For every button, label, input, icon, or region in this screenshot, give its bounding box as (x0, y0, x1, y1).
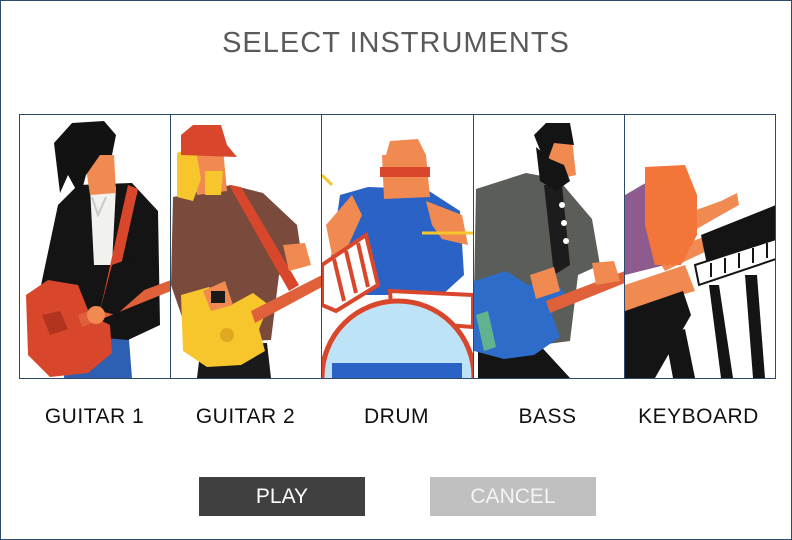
play-button[interactable]: PLAY (199, 477, 365, 516)
instrument-guitar-2[interactable] (170, 115, 322, 378)
select-instruments-dialog: SELECT INSTRUMENTS GUITAR 1 GUITAR 2 DRU… (0, 0, 792, 540)
drummer-icon (322, 139, 473, 378)
guitarist-1-icon (26, 121, 171, 378)
instrument-label-guitar-1: GUITAR 1 (44, 405, 145, 428)
instrument-label-bass: BASS (518, 405, 577, 428)
instrument-bass[interactable] (472, 115, 624, 378)
bassist-icon (473, 123, 624, 378)
instrument-strip (19, 114, 776, 379)
keyboardist-icon (624, 165, 776, 378)
instrument-drum[interactable] (321, 115, 473, 378)
instrument-label-keyboard: KEYBOARD (638, 405, 759, 428)
guitarist-2-icon (171, 125, 322, 378)
instrument-labels: GUITAR 1 GUITAR 2 DRUM BASS KEYBOARD (19, 405, 776, 429)
cancel-button[interactable]: CANCEL (430, 477, 596, 516)
dialog-title: SELECT INSTRUMENTS (222, 27, 570, 59)
instrument-label-guitar-2: GUITAR 2 (195, 405, 296, 428)
instrument-guitar-1[interactable] (20, 115, 171, 378)
instrument-keyboard[interactable] (623, 115, 776, 378)
instrument-label-drum: DRUM (364, 405, 429, 428)
